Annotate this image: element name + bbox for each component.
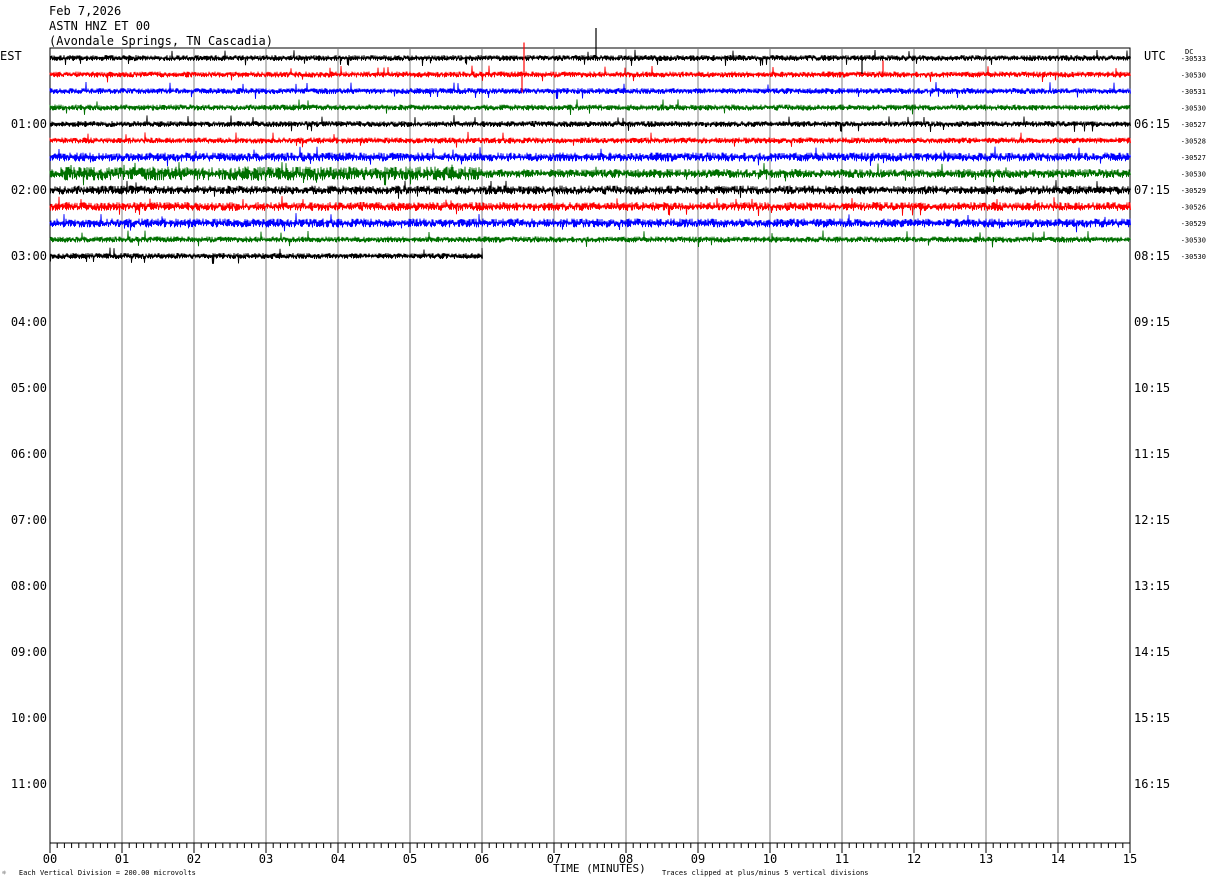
trace-row <box>49 230 1131 248</box>
dc-offset-label: -30533 <box>1181 55 1206 63</box>
x-tick-label: 02 <box>187 852 201 866</box>
left-hour-label: 03:00 <box>11 249 47 263</box>
trace-row <box>49 65 1131 83</box>
trace-row <box>49 213 1131 233</box>
trace-row <box>49 131 1131 148</box>
right-hour-label: 16:15 <box>1134 777 1170 791</box>
x-tick-label: 04 <box>331 852 345 866</box>
left-hour-label: 09:00 <box>11 645 47 659</box>
scale-note-text: Each Vertical Division = 200.00 microvol… <box>18 869 196 877</box>
x-tick-label: 09 <box>691 852 705 866</box>
dc-offset-label: -30530 <box>1181 72 1206 80</box>
right-hour-label: 12:15 <box>1134 513 1170 527</box>
dc-offset-label: -30531 <box>1181 88 1206 96</box>
right-hour-label: 15:15 <box>1134 711 1170 725</box>
x-tick-label: 05 <box>403 852 417 866</box>
x-tick-label: 10 <box>763 852 777 866</box>
right-hour-label: 06:15 <box>1134 117 1170 131</box>
trace-row <box>49 99 1131 116</box>
left-hour-label: 05:00 <box>11 381 47 395</box>
plot-frame <box>49 47 1131 844</box>
x-tick-label: 12 <box>907 852 921 866</box>
left-hour-label: 08:00 <box>11 579 47 593</box>
right-hour-label: 13:15 <box>1134 579 1170 593</box>
x-tick-label: 03 <box>259 852 273 866</box>
seismogram-chart: 00 01 02 03 04 05 06 07 08 09 10 11 12 13 14 15 01:0002… <box>11 28 1206 866</box>
dc-offset-label: -30526 <box>1181 204 1206 212</box>
x-axis-title: TIME (MINUTES) <box>553 862 646 875</box>
grid-lines <box>49 47 1131 844</box>
dc-offset-label: -30528 <box>1181 138 1206 146</box>
scale-icon: ☼ <box>2 869 7 877</box>
left-hour-label: 04:00 <box>11 315 47 329</box>
x-tick-label: 01 <box>115 852 129 866</box>
x-tick-label: 00 <box>43 852 57 866</box>
left-hour-label: 11:00 <box>11 777 47 791</box>
clip-note: Traces clipped at plus/minus 5 vertical … <box>662 869 869 877</box>
seismic-traces <box>49 28 1131 264</box>
right-hour-label: 14:15 <box>1134 645 1170 659</box>
trace-row <box>49 146 1131 167</box>
x-tick-label: 11 <box>835 852 849 866</box>
x-tick-label: 15 <box>1123 852 1137 866</box>
dc-offset-label: -30529 <box>1181 187 1206 195</box>
x-tick-label: 06 <box>475 852 489 866</box>
right-hour-label: 11:15 <box>1134 447 1170 461</box>
scale-note: ☼ Each Vertical Division = 200.00 microv… <box>2 869 196 877</box>
left-hour-label: 01:00 <box>11 117 47 131</box>
right-hour-labels: 06:15 07:15 08:15 09:15 10:15 11:15 12:15 13:15… <box>1134 117 1170 791</box>
left-hour-label: 06:00 <box>11 447 47 461</box>
right-hour-label: 08:15 <box>1134 249 1170 263</box>
trace-row <box>49 49 1131 67</box>
trace-row <box>49 115 1131 133</box>
trace-row <box>49 162 1131 186</box>
dc-offset-label: -30530 <box>1181 171 1206 179</box>
right-hour-label: 09:15 <box>1134 315 1170 329</box>
dc-offset-label: -30527 <box>1181 121 1206 129</box>
dc-offset-label: -30530 <box>1181 253 1206 261</box>
left-hour-label: 07:00 <box>11 513 47 527</box>
left-hour-label: 02:00 <box>11 183 47 197</box>
right-hour-label: 10:15 <box>1134 381 1170 395</box>
x-tick-label: 13 <box>979 852 993 866</box>
dc-offset-label: -30530 <box>1181 237 1206 245</box>
trace-row <box>49 81 1131 99</box>
dc-offset-label: -30530 <box>1181 105 1206 113</box>
right-hour-label: 07:15 <box>1134 183 1170 197</box>
dc-offset-labels: -30533 -30530 -30531 -30530 -30527 -30528 -305… <box>1181 55 1206 261</box>
dc-offset-label: -30529 <box>1181 220 1206 228</box>
left-hour-label: 10:00 <box>11 711 47 725</box>
x-tick-label: 14 <box>1051 852 1065 866</box>
trace-row <box>49 180 1131 199</box>
dc-offset-label: -30527 <box>1181 154 1206 162</box>
trace-row <box>49 196 1131 217</box>
left-hour-labels: 01:00 02:00 03:00 04:00 05:00 06:00 07:00 08:00… <box>11 117 47 791</box>
